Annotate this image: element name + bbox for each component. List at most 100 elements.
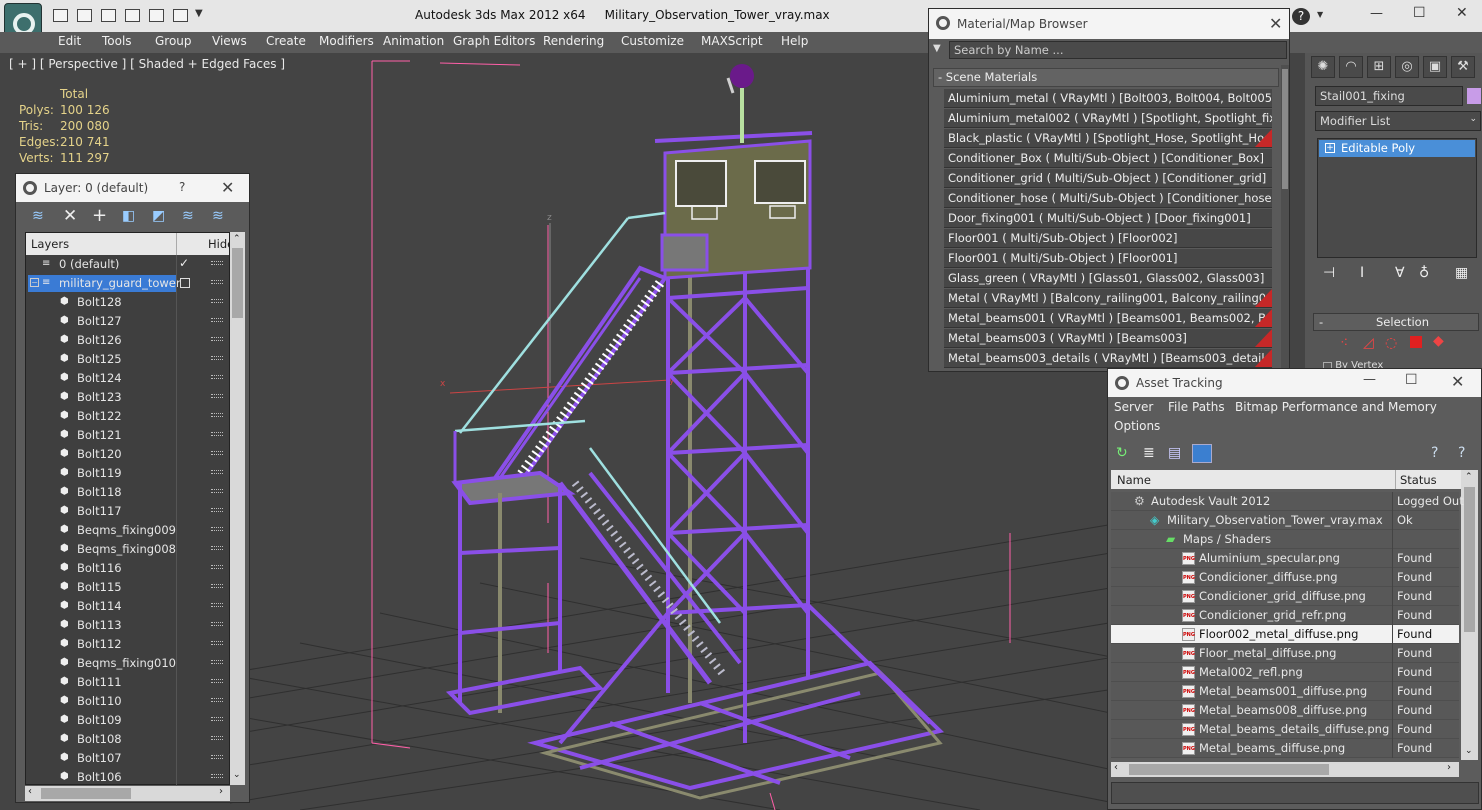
hide-toggle-icon[interactable]	[211, 774, 223, 778]
hide-toggle-icon[interactable]	[211, 508, 223, 512]
material-item[interactable]: Metal_beams001 ( VRayMtl ) [Beams001, Be…	[944, 309, 1272, 328]
layer-window-titlebar[interactable]: Layer: 0 (default) ? ✕	[16, 174, 249, 202]
asset-row[interactable]: PNG Metal_beams001_diffuse.png Found	[1111, 682, 1459, 701]
layer-manager-window[interactable]: Layer: 0 (default) ? ✕ ≋ ✕ + ◧ ◩ ≋ ≋ Lay…	[15, 173, 250, 803]
asset-row[interactable]: PNG Aluminium_specular.png Found	[1111, 549, 1459, 568]
asset-row[interactable]: PNG Metal_beams_details_diffuse.png Found	[1111, 720, 1459, 739]
object-color-swatch[interactable]	[1467, 88, 1481, 104]
undo-icon[interactable]	[125, 9, 140, 22]
create-tab-icon[interactable]: ✺	[1311, 56, 1335, 78]
open-file-icon[interactable]	[53, 9, 68, 22]
asset-maximize-button[interactable]: ☐	[1405, 372, 1418, 388]
material-item[interactable]: Conditioner_Box ( Multi/Sub-Object ) [Co…	[944, 149, 1272, 168]
modify-tab-icon[interactable]: ◠	[1339, 56, 1363, 78]
menu-maxscript[interactable]: MAXScript	[701, 34, 763, 48]
material-item[interactable]: Floor001 ( Multi/Sub-Object ) [Floor001]	[944, 249, 1272, 268]
layer-object-row[interactable]: ⬢ Bolt115	[26, 578, 229, 597]
table-view-icon[interactable]	[1192, 444, 1212, 463]
vault-help-icon[interactable]: ?	[1431, 445, 1438, 461]
asset-menu-bitmap[interactable]: Bitmap Performance and Memory	[1235, 400, 1437, 414]
element-mode-icon[interactable]: ◆	[1433, 333, 1444, 349]
layer-object-row[interactable]: ⬢ Bolt114	[26, 597, 229, 616]
asset-menu-file[interactable]: File	[1168, 400, 1188, 414]
layer-object-row[interactable]: ⬢ Bolt107	[26, 749, 229, 768]
scroll-left-icon[interactable]: ‹	[1114, 762, 1118, 773]
layer-object-row[interactable]: ⬢ Bolt124	[26, 369, 229, 388]
hide-toggle-icon[interactable]	[211, 584, 223, 588]
selection-rollout-header[interactable]: - Selection	[1313, 313, 1479, 331]
asset-row[interactable]: ▰ Maps / Shaders	[1111, 530, 1459, 549]
layer-object-row[interactable]: ⬢ Bolt111	[26, 673, 229, 692]
layer-hscroll-thumb[interactable]	[41, 788, 131, 799]
col-layers[interactable]: Layers	[31, 237, 69, 251]
stair-landing[interactable]	[445, 419, 605, 716]
layer-object-row[interactable]: ⬢ Bolt108	[26, 730, 229, 749]
asset-row[interactable]: ⚙ Autodesk Vault 2012 Logged Out	[1111, 492, 1464, 511]
layer-object-row[interactable]: ⬢ Bolt112	[26, 635, 229, 654]
layer-row[interactable]: − ≡ military_guard_tower	[26, 274, 229, 293]
modifier-list-dropdown[interactable]: Modifier List ⌄	[1315, 111, 1481, 131]
hide-toggle-icon[interactable]	[211, 432, 223, 436]
layer-object-row[interactable]: ⬢ Bolt106	[26, 768, 229, 787]
close-button[interactable]: ✕	[1456, 5, 1468, 21]
hide-toggle-icon[interactable]	[211, 489, 223, 493]
layer-object-row[interactable]: ⬢ Bolt119	[26, 464, 229, 483]
hide-toggle-icon[interactable]	[211, 356, 223, 360]
show-end-result-icon[interactable]: Ι	[1360, 265, 1364, 281]
layer-object-row[interactable]: ⬢ Beqms_fixing009	[26, 521, 229, 540]
material-item[interactable]: Door_fixing001 ( Multi/Sub-Object ) [Doo…	[944, 209, 1272, 228]
expand-icon[interactable]: +	[1325, 143, 1335, 153]
material-search-input[interactable]: Search by Name ...	[949, 41, 1287, 59]
menu-rendering[interactable]: Rendering	[543, 34, 604, 48]
hide-toggle-icon[interactable]	[211, 698, 223, 702]
asset-hscroll-thumb[interactable]	[1129, 764, 1329, 775]
hide-toggle-icon[interactable]	[211, 565, 223, 569]
layer-object-row[interactable]: ⬢ Beqms_fixing008	[26, 540, 229, 559]
scroll-up-icon[interactable]: ⌃	[1465, 472, 1473, 482]
modifier-stack[interactable]: + Editable Poly	[1317, 138, 1477, 258]
layer-object-row[interactable]: ⬢ Bolt117	[26, 502, 229, 521]
scroll-up-icon[interactable]: ⌃	[233, 234, 241, 244]
freeze-all-icon[interactable]: ≋	[212, 208, 224, 224]
hide-toggle-icon[interactable]	[211, 451, 223, 455]
hide-toggle-icon[interactable]	[211, 622, 223, 626]
layer-scroll-thumb[interactable]	[232, 248, 243, 318]
layer-object-row[interactable]: ⬢ Bolt125	[26, 350, 229, 369]
polygon-mode-icon[interactable]	[1410, 336, 1422, 348]
minimize-button[interactable]: —	[1370, 6, 1383, 21]
asset-row[interactable]: PNG Floor002_metal_diffuse.png Found	[1111, 625, 1459, 644]
stack-item-editable-poly[interactable]: + Editable Poly	[1319, 140, 1475, 157]
hide-toggle-icon[interactable]	[211, 375, 223, 379]
asset-row[interactable]: PNG Floor_metal_diffuse.png Found	[1111, 644, 1459, 663]
hide-toggle-icon[interactable]	[211, 280, 223, 284]
save-file-icon[interactable]	[77, 9, 92, 22]
hide-toggle-icon[interactable]	[211, 603, 223, 607]
menu-edit[interactable]: Edit	[58, 34, 81, 48]
scene-materials-group[interactable]: - Scene Materials	[933, 68, 1279, 87]
asset-row[interactable]: PNG Metal_beams_diffuse.png Found	[1111, 739, 1459, 758]
asset-row[interactable]: PNG Condicioner_grid_refr.png Found	[1111, 606, 1459, 625]
layer-object-row[interactable]: ⬢ Bolt127	[26, 312, 229, 331]
material-item[interactable]: Black_plastic ( VRayMtl ) [Spotlight_Hos…	[944, 129, 1272, 148]
material-item[interactable]: Aluminium_metal ( VRayMtl ) [Bolt003, Bo…	[944, 89, 1272, 108]
menu-views[interactable]: Views	[212, 34, 247, 48]
hide-toggle-icon[interactable]	[211, 337, 223, 341]
list-view-icon[interactable]: ≣	[1143, 445, 1155, 461]
redo-icon[interactable]	[149, 9, 164, 22]
scroll-left-icon[interactable]: ‹	[28, 786, 32, 797]
material-item[interactable]: Metal_beams003 ( VRayMtl ) [Beams003]	[944, 329, 1272, 348]
asset-scroll-thumb[interactable]	[1464, 487, 1475, 632]
layer-row[interactable]: ≡ 0 (default) ✓	[26, 255, 229, 274]
browser-options-icon[interactable]: ▼	[933, 43, 941, 54]
remove-modifier-icon[interactable]: ♁	[1419, 265, 1429, 281]
layer-object-row[interactable]: ⬢ Bolt109	[26, 711, 229, 730]
asset-row[interactable]: PNG Metal_beams008_diffuse.png Found	[1111, 701, 1459, 720]
menu-customize[interactable]: Customize	[621, 34, 684, 48]
menu-create[interactable]: Create	[266, 34, 306, 48]
layer-object-row[interactable]: ⬢ Bolt110	[26, 692, 229, 711]
display-tab-icon[interactable]: ▣	[1423, 56, 1447, 78]
observation-cabin[interactable]	[654, 64, 813, 280]
hide-toggle-icon[interactable]	[211, 318, 223, 322]
hierarchy-tab-icon[interactable]: ⊞	[1367, 56, 1391, 78]
maximize-button[interactable]: ☐	[1413, 5, 1426, 21]
